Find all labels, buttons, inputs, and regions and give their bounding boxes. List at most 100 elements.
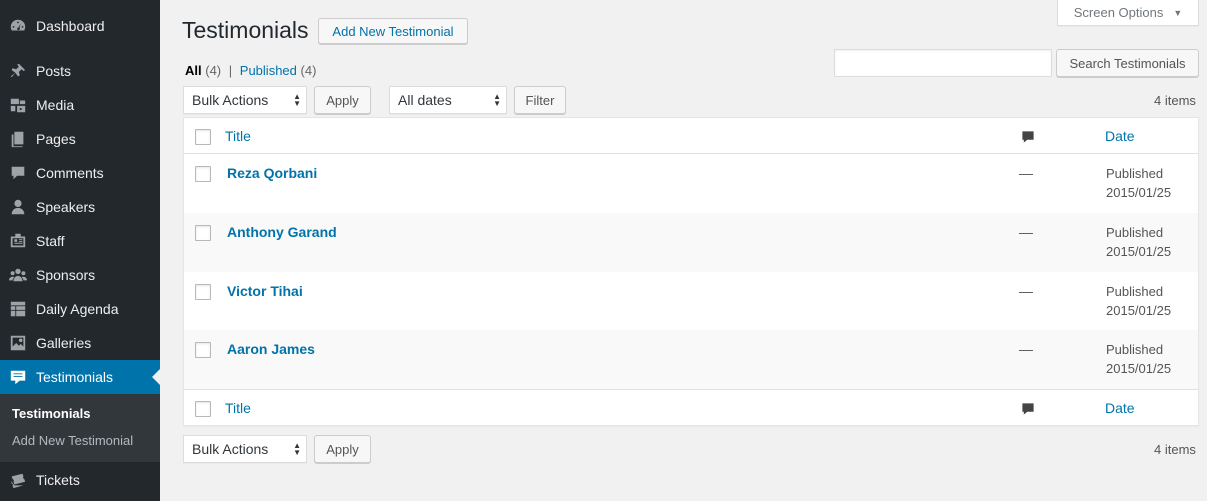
menu-label: Dashboard: [36, 18, 105, 34]
comment-icon: [0, 156, 36, 190]
row-date: Published 2015/01/25: [1106, 223, 1171, 261]
column-title-sort-bottom[interactable]: Title: [225, 400, 251, 416]
select-arrows-icon: ▲ ▼: [293, 441, 301, 457]
screen-options-label: Screen Options: [1073, 5, 1164, 20]
apply-button-bottom[interactable]: Apply: [314, 435, 371, 463]
row-status: Published: [1106, 284, 1164, 299]
column-date-sort-bottom[interactable]: Date: [1105, 400, 1135, 416]
add-new-testimonial-button[interactable]: Add New Testimonial: [318, 18, 468, 44]
row-status: Published: [1106, 166, 1164, 181]
menu-label: Tickets: [36, 472, 80, 488]
status-filter-links: All (4) | Published (4): [185, 63, 316, 78]
filter-button[interactable]: Filter: [514, 86, 566, 114]
id-card-icon: [0, 224, 36, 258]
menu-label: Sponsors: [36, 267, 96, 283]
menu-comments[interactable]: Comments: [0, 156, 160, 190]
row-checkbox[interactable]: [195, 225, 211, 241]
menu-label: Media: [36, 97, 75, 113]
column-date-sort[interactable]: Date: [1105, 128, 1135, 144]
row-title-link[interactable]: Reza Qorbani: [227, 165, 317, 181]
row-title-link[interactable]: Aaron James: [227, 341, 315, 357]
row-status: Published: [1106, 342, 1164, 357]
row-date-value: 2015/01/25: [1106, 244, 1172, 259]
admin-sidebar: Dashboard Posts Media Pages Comments Spe…: [0, 0, 160, 501]
menu-label: Galleries: [36, 335, 92, 351]
page-title: Testimonials: [182, 17, 309, 43]
dashboard-icon: [0, 9, 36, 43]
bulk-actions-select-top[interactable]: Bulk Actions ▲ ▼: [183, 86, 307, 114]
row-date: Published 2015/01/25: [1106, 164, 1171, 202]
bulk-actions-value: Bulk Actions: [192, 92, 269, 108]
person-icon: [0, 190, 36, 224]
menu-speakers[interactable]: Speakers: [0, 190, 160, 224]
row-comments: —: [1019, 341, 1033, 357]
groups-icon: [0, 258, 36, 292]
gallery-icon: [0, 326, 36, 360]
pages-icon: [0, 122, 36, 156]
filter-published-link[interactable]: Published: [240, 63, 297, 78]
select-all-checkbox-bottom[interactable]: [195, 401, 211, 417]
menu-daily-agenda[interactable]: Daily Agenda: [0, 292, 160, 326]
items-count-bottom: 4 items: [1154, 442, 1196, 457]
column-title-sort[interactable]: Title: [225, 128, 251, 144]
row-comments: —: [1019, 283, 1033, 299]
search-input[interactable]: [834, 49, 1052, 77]
menu-dashboard[interactable]: Dashboard: [0, 9, 160, 43]
testimonial-icon: [0, 360, 36, 394]
bulk-actions-value: Bulk Actions: [192, 441, 269, 457]
bulk-actions-select-bottom[interactable]: Bulk Actions ▲ ▼: [183, 435, 307, 463]
main-content: Testimonials Add New Testimonial Screen …: [160, 0, 1207, 501]
row-title-link[interactable]: Victor Tihai: [227, 283, 303, 299]
menu-label: Speakers: [36, 199, 96, 215]
date-filter-value: All dates: [398, 92, 452, 108]
select-all-checkbox[interactable]: [195, 129, 211, 145]
submenu-testimonials[interactable]: Testimonials: [12, 406, 91, 421]
row-date-value: 2015/01/25: [1106, 303, 1172, 318]
row-status: Published: [1106, 225, 1164, 240]
row-checkbox[interactable]: [195, 342, 211, 358]
menu-galleries[interactable]: Galleries: [0, 326, 160, 360]
menu-media[interactable]: Media: [0, 88, 160, 122]
grid-icon: [0, 292, 36, 326]
caret-down-icon: ▼: [1173, 7, 1183, 18]
row-title-link[interactable]: Anthony Garand: [227, 224, 337, 240]
search-testimonials-button[interactable]: Search Testimonials: [1056, 49, 1199, 77]
menu-label: Posts: [36, 63, 72, 79]
row-date-value: 2015/01/25: [1106, 185, 1172, 200]
filter-all-link[interactable]: All: [185, 63, 202, 78]
row-date-value: 2015/01/25: [1106, 361, 1172, 376]
menu-label: Pages: [36, 131, 76, 147]
media-icon: [0, 88, 36, 122]
row-date: Published 2015/01/25: [1106, 340, 1171, 378]
separator: |: [228, 63, 233, 78]
row-checkbox[interactable]: [195, 166, 211, 182]
row-comments: —: [1019, 165, 1033, 181]
row-comments: —: [1019, 224, 1033, 240]
items-count-top: 4 items: [1154, 93, 1196, 108]
menu-sponsors[interactable]: Sponsors: [0, 258, 160, 292]
table-row: Aaron James — Published 2015/01/25: [184, 330, 1198, 389]
menu-label: Testimonials: [36, 369, 114, 385]
table-header: Title Date: [184, 118, 1198, 154]
menu-tickets[interactable]: Tickets: [0, 463, 160, 497]
menu-pages[interactable]: Pages: [0, 122, 160, 156]
screen-options-button[interactable]: Screen Options ▼: [1057, 0, 1199, 26]
row-checkbox[interactable]: [195, 284, 211, 300]
menu-posts[interactable]: Posts: [0, 54, 160, 88]
submenu-add-new-testimonial[interactable]: Add New Testimonial: [12, 433, 133, 448]
comment-bubble-icon[interactable]: [1021, 402, 1035, 416]
menu-label: Daily Agenda: [36, 301, 119, 317]
menu-testimonials[interactable]: Testimonials: [0, 360, 160, 394]
apply-button-top[interactable]: Apply: [314, 86, 371, 114]
date-filter-select[interactable]: All dates ▲ ▼: [389, 86, 507, 114]
table-footer: Title Date: [184, 389, 1198, 425]
testimonials-table: Title Date Reza Qorbani — Published 2015/…: [183, 117, 1199, 426]
all-count: (4): [205, 63, 222, 78]
menu-staff[interactable]: Staff: [0, 224, 160, 258]
tickets-icon: [0, 463, 36, 497]
menu-label: Comments: [36, 165, 104, 181]
row-date: Published 2015/01/25: [1106, 282, 1171, 320]
select-arrows-icon: ▲ ▼: [493, 92, 501, 108]
pin-icon: [0, 54, 36, 88]
comment-bubble-icon[interactable]: [1021, 130, 1035, 144]
